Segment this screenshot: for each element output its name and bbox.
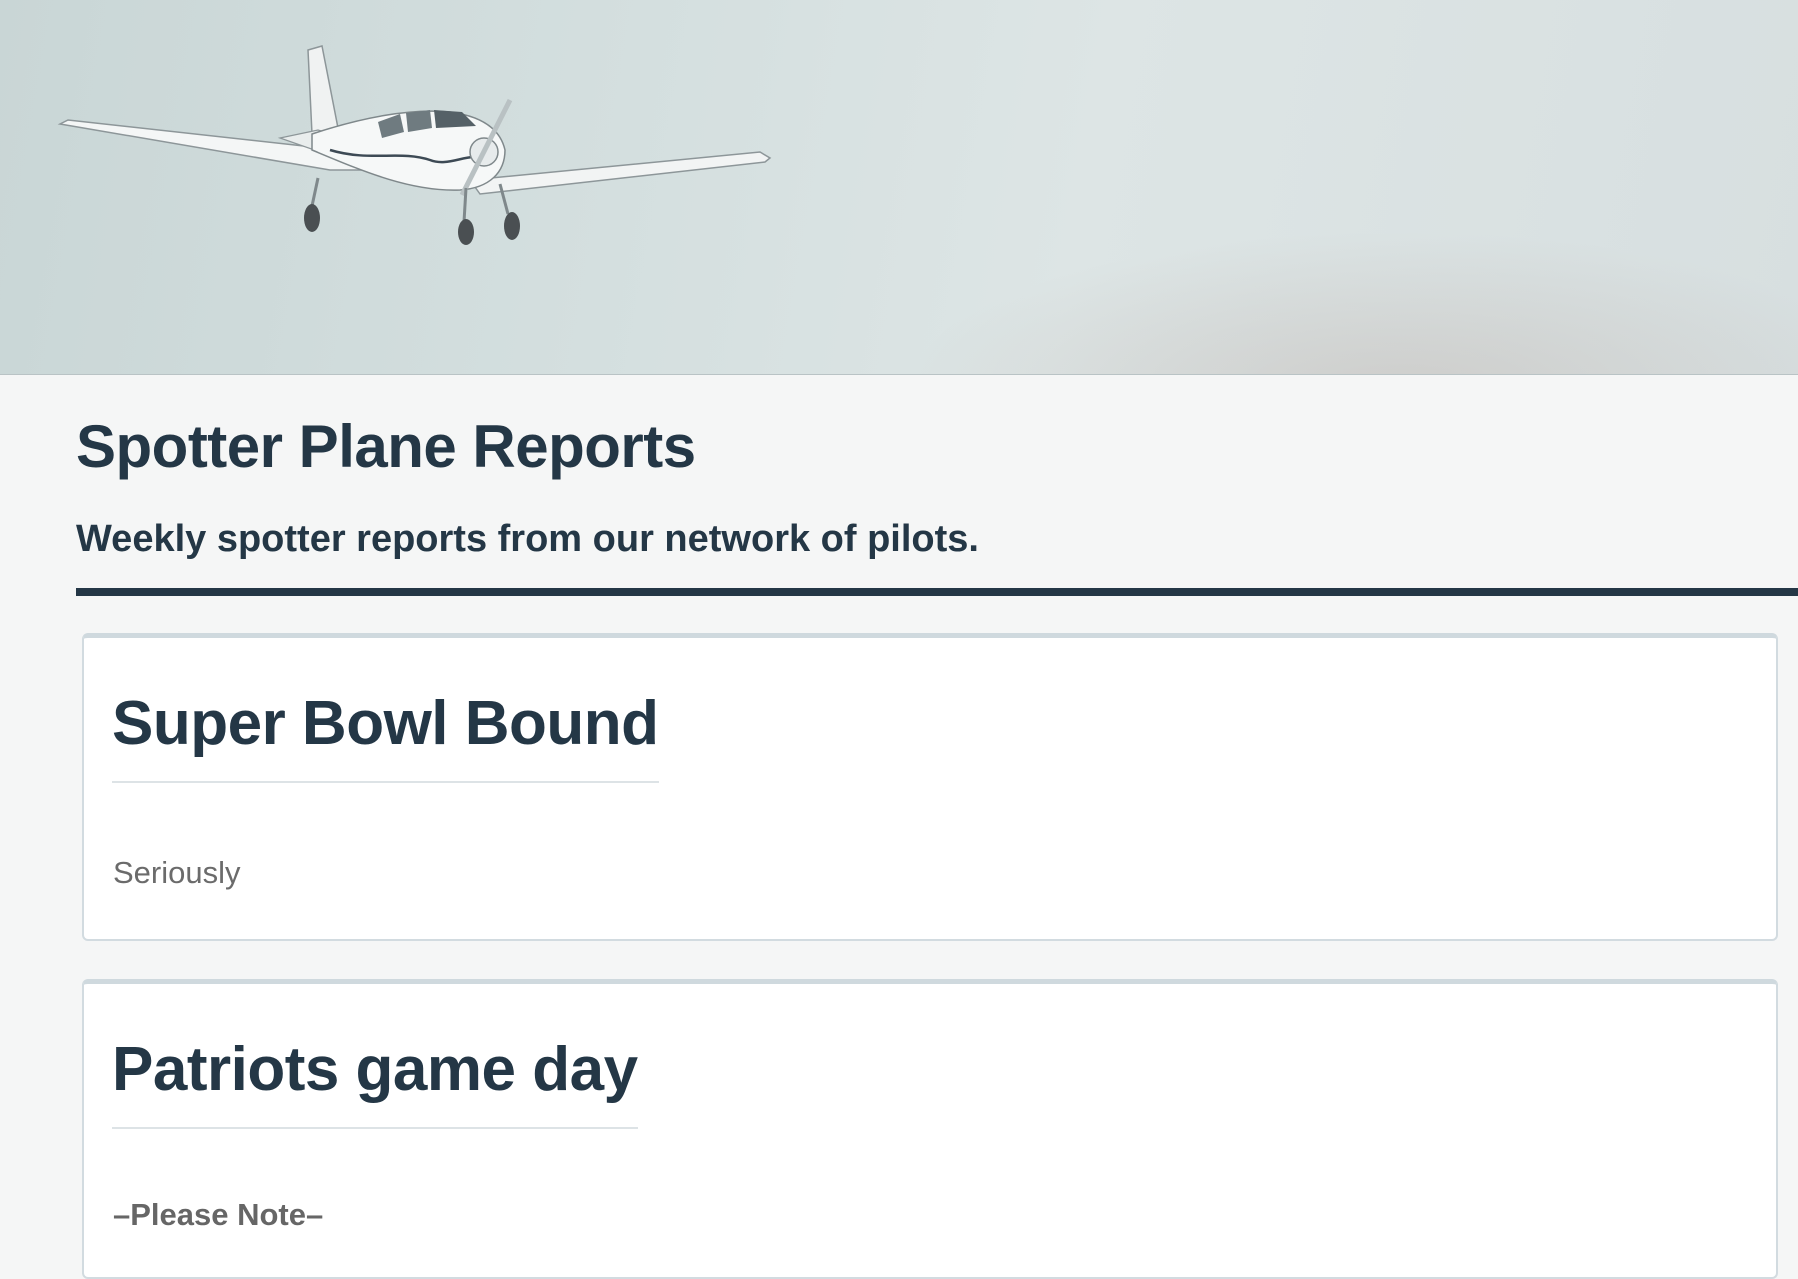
post-card: Super Bowl Bound Seriously	[82, 633, 1778, 941]
airplane-image	[57, 45, 772, 245]
page-title: Spotter Plane Reports	[76, 413, 696, 480]
header-divider	[76, 588, 1798, 596]
hero-banner	[0, 0, 1798, 375]
post-excerpt: –Please Note–	[113, 1197, 324, 1232]
post-excerpt: Seriously	[113, 855, 241, 890]
post-title[interactable]: Super Bowl Bound	[112, 688, 659, 783]
page-subtitle: Weekly spotter reports from our network …	[76, 518, 979, 560]
post-title[interactable]: Patriots game day	[112, 1034, 638, 1129]
post-card: Patriots game day –Please Note–	[82, 979, 1778, 1279]
